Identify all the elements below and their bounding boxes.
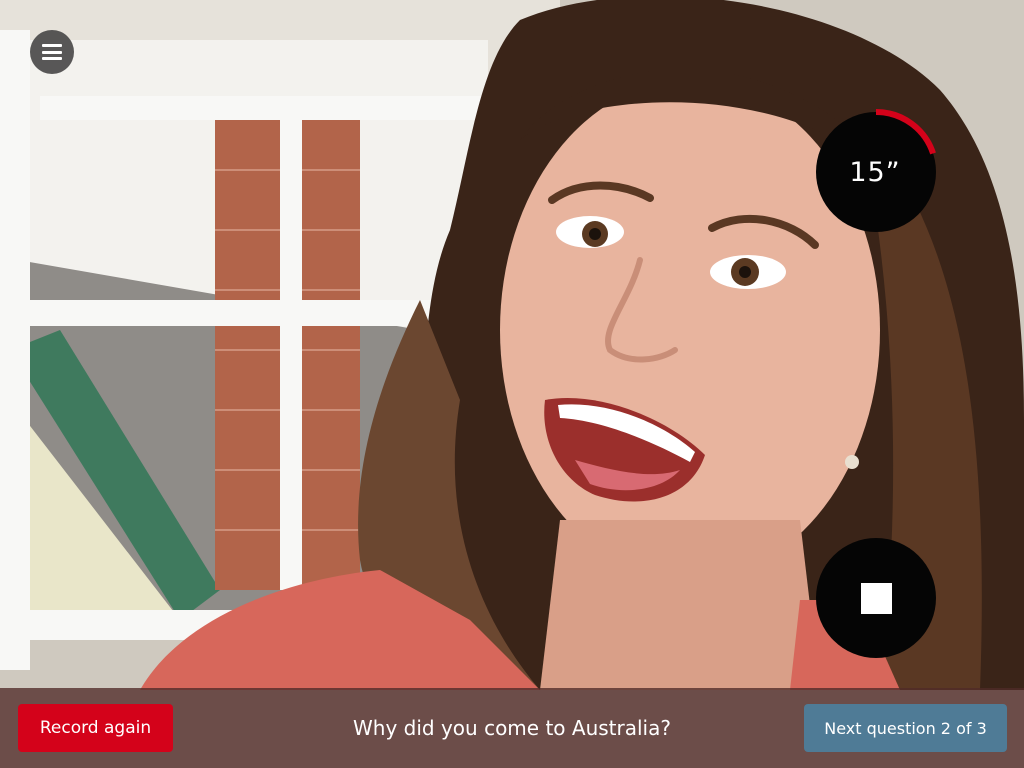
record-again-button[interactable]: Record again	[18, 704, 173, 752]
menu-button[interactable]	[30, 30, 74, 74]
timer-seconds: 15”	[849, 156, 901, 188]
stop-recording-button[interactable]	[816, 538, 936, 658]
next-question-button[interactable]: Next question 2 of 3	[804, 704, 1007, 752]
recording-screen: 15” Record again Why did you come to Aus…	[0, 0, 1024, 768]
stop-icon	[860, 582, 892, 614]
countdown-timer: 15”	[814, 108, 942, 236]
hamburger-menu-icon	[42, 44, 62, 60]
question-text: Why did you come to Australia?	[353, 716, 671, 740]
bottom-bar: Record again Why did you come to Austral…	[0, 688, 1024, 768]
